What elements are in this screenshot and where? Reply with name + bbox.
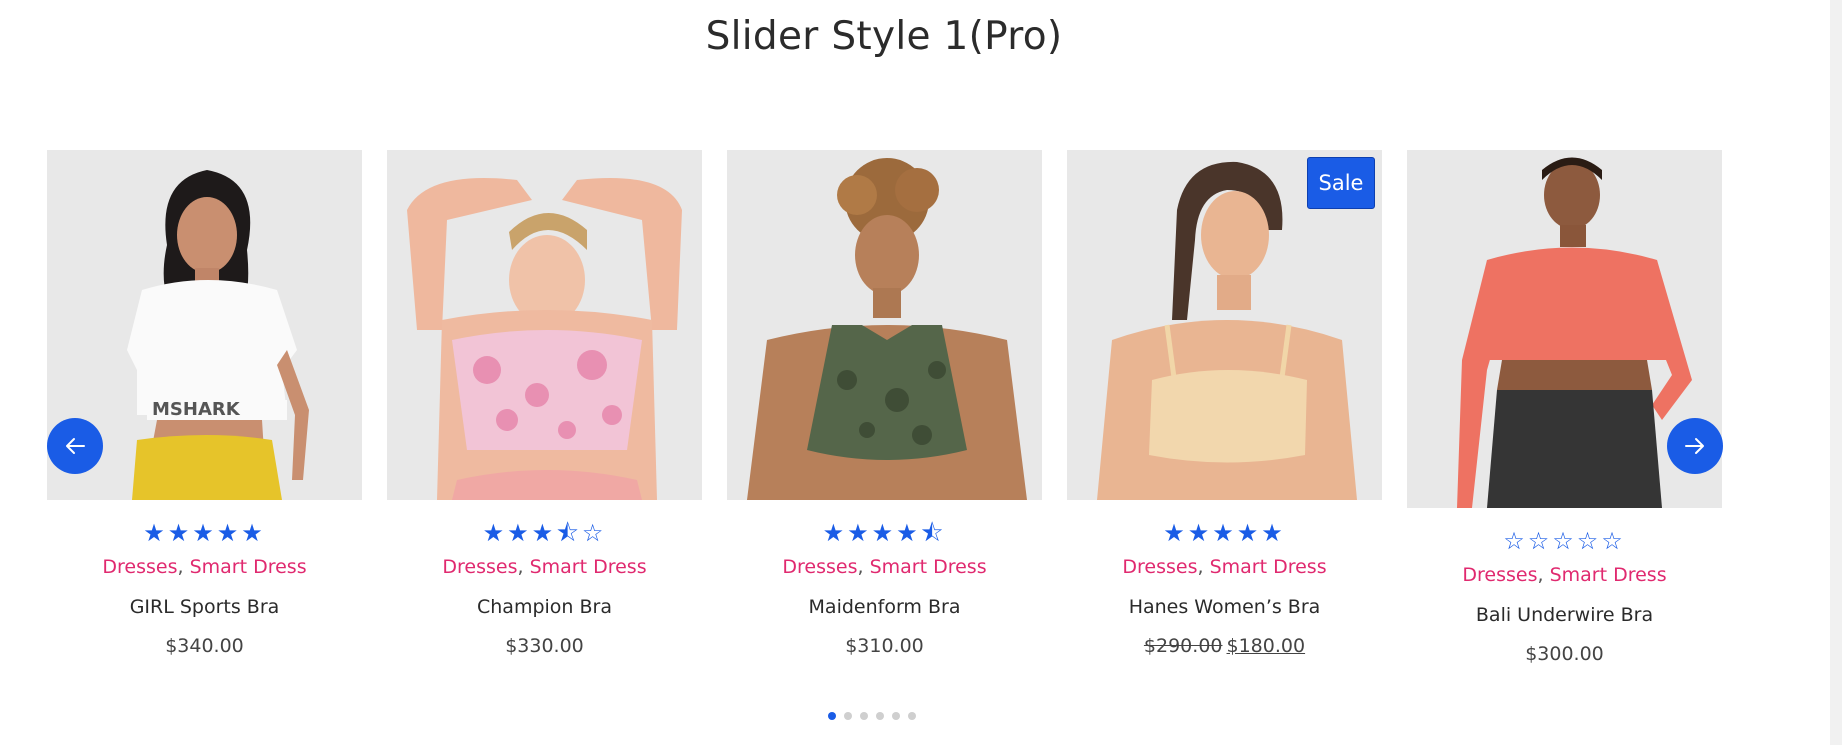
woman-in-green-camo-bra-illustration [727,150,1042,500]
product-card[interactable]: MSHARK ★★★★★ Dresses, Smart Dress GIRL S… [47,150,362,657]
rating-stars: ★★★★⯪ [822,519,947,547]
rating-stars: ★★★★★ [1163,519,1286,547]
sale-badge: Sale [1307,157,1375,209]
pagination-dot[interactable] [828,712,836,720]
slider-pagination [828,712,916,722]
product-categories: Dresses, Smart Dress [727,556,1042,578]
category-link[interactable]: Dresses [102,556,177,578]
page-scrollbar[interactable] [1830,0,1842,745]
category-link[interactable]: Dresses [442,556,517,578]
sale-price: $180.00 [1226,635,1306,657]
pagination-dot[interactable] [844,712,852,720]
product-categories: Dresses, Smart Dress [1067,556,1382,578]
prev-slide-button[interactable] [47,418,103,474]
category-link[interactable]: Dresses [1122,556,1197,578]
product-price: $310.00 [727,635,1042,657]
rating-stars: ☆☆☆☆☆ [1503,527,1626,555]
pagination-dot[interactable] [908,712,916,720]
product-name[interactable]: Maidenform Bra [727,596,1042,618]
product-name[interactable]: Hanes Women’s Bra [1067,596,1382,618]
woman-in-pink-camo-bra-illustration [387,150,702,500]
product-price: $300.00 [1407,643,1722,665]
svg-text:MSHARK: MSHARK [152,399,241,420]
price-value: $330.00 [505,635,584,657]
price-value: $340.00 [165,635,244,657]
original-price: $290.00 [1143,635,1223,657]
category-separator: , [177,556,190,578]
product-card[interactable]: ☆☆☆☆☆ Dresses, Smart Dress Bali Underwir… [1407,150,1722,665]
arrow-right-icon [1685,438,1704,454]
price-value: $300.00 [1525,643,1604,665]
pagination-dot[interactable] [876,712,884,720]
category-separator: , [1537,564,1550,586]
product-price: $330.00 [387,635,702,657]
product-card[interactable]: ★★★★⯪ Dresses, Smart Dress Maidenform Br… [727,150,1042,657]
product-price: $290.00 $180.00 [1067,635,1382,657]
category-link[interactable]: Smart Dress [530,556,647,578]
category-separator: , [857,556,870,578]
product-card[interactable]: ★★★⯪☆ Dresses, Smart Dress Champion Bra … [387,150,702,657]
category-link[interactable]: Dresses [782,556,857,578]
product-name[interactable]: Champion Bra [387,596,702,618]
product-slider: MSHARK ★★★★★ Dresses, Smart Dress GIRL S… [0,0,1842,745]
product-image[interactable]: Sale [1067,150,1382,500]
product-image[interactable] [727,150,1042,500]
product-price: $340.00 [47,635,362,657]
pagination-dot[interactable] [860,712,868,720]
category-link[interactable]: Smart Dress [190,556,307,578]
category-link[interactable]: Smart Dress [1210,556,1327,578]
product-categories: Dresses, Smart Dress [1407,564,1722,586]
category-link[interactable]: Smart Dress [1550,564,1667,586]
product-image[interactable] [387,150,702,500]
rating-stars: ★★★★★ [143,519,266,547]
price-value: $310.00 [845,635,924,657]
category-separator: , [1197,556,1210,578]
arrow-left-icon [66,438,85,454]
product-categories: Dresses, Smart Dress [387,556,702,578]
product-card[interactable]: Sale ★★★★★ Dresses, Smart Dress Hanes Wo… [1067,150,1382,657]
category-link[interactable]: Dresses [1462,564,1537,586]
category-link[interactable]: Smart Dress [870,556,987,578]
rating-stars: ★★★⯪☆ [482,519,607,547]
product-categories: Dresses, Smart Dress [47,556,362,578]
pagination-dot[interactable] [892,712,900,720]
category-separator: , [517,556,530,578]
next-slide-button[interactable] [1667,418,1723,474]
product-name[interactable]: Bali Underwire Bra [1407,604,1722,626]
product-name[interactable]: GIRL Sports Bra [47,596,362,618]
